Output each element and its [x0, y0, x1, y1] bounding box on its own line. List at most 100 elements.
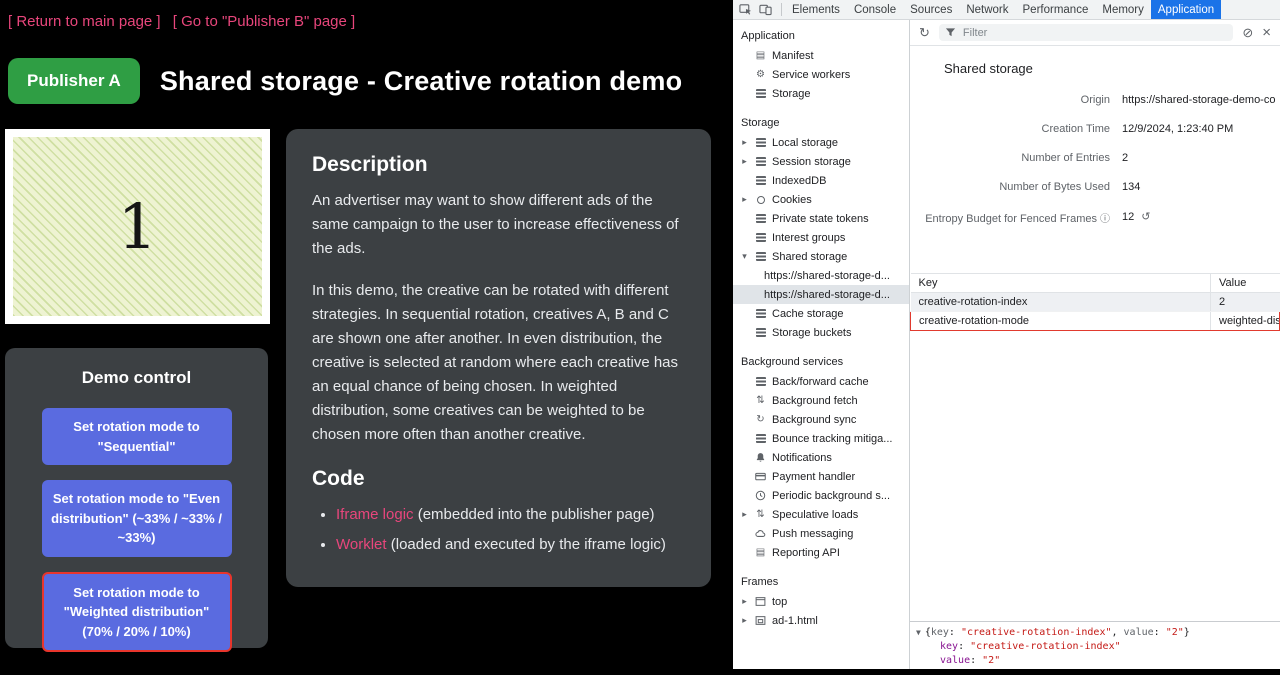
reset-budget-icon[interactable]: ↺ [1141, 211, 1150, 223]
value-column-header[interactable]: Value [1211, 274, 1280, 293]
property-value: "2" [982, 655, 1000, 666]
demo-control-title: Demo control [5, 368, 268, 388]
tab-elements[interactable]: Elements [785, 0, 847, 19]
sidebar-item-payment-handler[interactable]: Payment handler [733, 467, 909, 486]
left-column: 1 Demo control Set rotation mode to "Seq… [5, 129, 270, 648]
tab-performance[interactable]: Performance [1016, 0, 1096, 19]
description-paragraph: An advertiser may want to show different… [312, 189, 685, 261]
top-nav: [ Return to main page ] [ Go to "Publish… [0, 0, 733, 30]
sidebar-section-frames: Frames [733, 573, 909, 592]
storage-items-table: Key Value creative-rotation-index 2 crea… [910, 273, 1280, 331]
sidebar-item-cache-storage[interactable]: Cache storage [733, 304, 909, 323]
chevron-right-icon[interactable]: ▸ [740, 195, 749, 204]
publisher-b-link[interactable]: [ Go to "Publisher B" page ] [173, 13, 355, 30]
key-column-header[interactable]: Key [911, 274, 1211, 293]
inspect-element-icon[interactable] [739, 3, 752, 16]
sidebar-item-notifications[interactable]: Notifications [733, 448, 909, 467]
database-icon [754, 252, 767, 261]
database-icon [754, 309, 767, 318]
table-row[interactable]: creative-rotation-mode weighted-dist [911, 312, 1280, 331]
return-to-main-link[interactable]: [ Return to main page ] [8, 13, 161, 30]
publisher-page: [ Return to main page ] [ Go to "Publish… [0, 0, 733, 675]
shared-storage-view: ↻ ⊘ × Shared storage Origin https://shar… [910, 20, 1280, 669]
sidebar-item-indexeddb[interactable]: IndexedDB [733, 171, 909, 190]
chevron-right-icon[interactable]: ▸ [740, 157, 749, 166]
sidebar-item-back-forward-cache[interactable]: Back/forward cache [733, 372, 909, 391]
sidebar-item-background-sync[interactable]: ↻ Background sync [733, 410, 909, 429]
devtools-body: Application ▤ Manifest ⚙ Service workers… [733, 20, 1280, 669]
bell-icon [754, 452, 767, 463]
sidebar-item-interest-groups[interactable]: Interest groups [733, 228, 909, 247]
sidebar-item-manifest[interactable]: ▤ Manifest [733, 46, 909, 65]
preview-entry: value: "2" [916, 654, 1274, 668]
property-name: value [1124, 627, 1154, 638]
iframe-logic-link[interactable]: Iframe logic [336, 506, 414, 523]
sidebar-item-periodic-background-sync[interactable]: Periodic background s... [733, 486, 909, 505]
list-item: Worklet (loaded and executed by the ifra… [336, 533, 685, 557]
iframe-icon [754, 615, 767, 626]
sidebar-item-background-fetch[interactable]: ⇅ Background fetch [733, 391, 909, 410]
info-icon[interactable]: ⓘ [1100, 214, 1110, 225]
sidebar-item-frame-ad-1[interactable]: ▸ ad-1.html [733, 611, 909, 630]
property-value: "2" [1166, 627, 1184, 638]
sidebar-item-frame-top[interactable]: ▸ top [733, 592, 909, 611]
value-cell[interactable]: 2 [1211, 293, 1280, 312]
creative-pattern: 1 [13, 137, 262, 316]
chevron-right-icon[interactable]: ▸ [740, 597, 749, 606]
sidebar-item-push-messaging[interactable]: Push messaging [733, 524, 909, 543]
creative-ad-frame: 1 [5, 129, 270, 324]
tab-network[interactable]: Network [959, 0, 1015, 19]
colon: : [949, 627, 961, 638]
frame-icon [754, 596, 767, 607]
preview-summary[interactable]: ▼{key: "creative-rotation-index", value:… [916, 626, 1274, 640]
worklet-link[interactable]: Worklet [336, 536, 387, 553]
tab-application[interactable]: Application [1151, 0, 1221, 19]
fetch-arrows-icon: ⇅ [754, 510, 767, 520]
sidebar-item-shared-storage-origin-2[interactable]: https://shared-storage-d... [733, 285, 909, 304]
chevron-right-icon[interactable]: ▸ [740, 138, 749, 147]
filter-input-box[interactable] [939, 24, 1233, 41]
database-icon [754, 434, 767, 443]
tab-console[interactable]: Console [847, 0, 903, 19]
delete-all-icon[interactable]: ⊘ [1242, 26, 1253, 39]
table-row[interactable]: creative-rotation-index 2 [911, 293, 1280, 312]
key-cell[interactable]: creative-rotation-index [911, 293, 1211, 312]
close-icon[interactable]: × [1262, 25, 1271, 40]
sidebar-item-private-state-tokens[interactable]: Private state tokens [733, 209, 909, 228]
sidebar-item-reporting-api[interactable]: ▤ Reporting API [733, 543, 909, 562]
chevron-down-icon[interactable]: ▾ [740, 252, 749, 261]
tab-sources[interactable]: Sources [903, 0, 959, 19]
sidebar-section-storage: Storage [733, 114, 909, 133]
database-icon [754, 214, 767, 223]
chevron-right-icon[interactable]: ▸ [740, 616, 749, 625]
sidebar-item-speculative-loads[interactable]: ▸ ⇅ Speculative loads [733, 505, 909, 524]
rotation-sequential-button[interactable]: Set rotation mode to "Sequential" [42, 408, 232, 465]
meta-label: Entropy Budget for Fenced Framesⓘ [910, 210, 1110, 225]
property-name: value [940, 655, 970, 666]
sidebar-item-storage[interactable]: Storage [733, 84, 909, 103]
device-toolbar-icon[interactable] [759, 3, 772, 16]
sidebar-item-bounce-tracking-mitigations[interactable]: Bounce tracking mitiga... [733, 429, 909, 448]
sidebar-item-service-workers[interactable]: ⚙ Service workers [733, 65, 909, 84]
sidebar-item-shared-storage-origin-1[interactable]: https://shared-storage-d... [733, 266, 909, 285]
sidebar-item-cookies[interactable]: ▸ Cookies [733, 190, 909, 209]
sidebar-item-shared-storage[interactable]: ▾ Shared storage [733, 247, 909, 266]
triangle-down-icon[interactable]: ▼ [916, 628, 921, 637]
sidebar-item-local-storage[interactable]: ▸ Local storage [733, 133, 909, 152]
property-name: key [931, 627, 949, 638]
tab-memory[interactable]: Memory [1095, 0, 1151, 19]
colon: : [958, 641, 970, 652]
chevron-right-icon[interactable]: ▸ [740, 510, 749, 519]
creative-number: 1 [118, 196, 157, 258]
page-title: Shared storage - Creative rotation demo [160, 66, 682, 97]
rotation-weighted-distribution-button[interactable]: Set rotation mode to "Weighted distribut… [42, 572, 232, 653]
sidebar-item-session-storage[interactable]: ▸ Session storage [733, 152, 909, 171]
filter-input[interactable] [961, 26, 1227, 40]
database-icon [754, 233, 767, 242]
entropy-label: Entropy Budget for Fenced Frames [925, 213, 1097, 225]
sidebar-item-storage-buckets[interactable]: Storage buckets [733, 323, 909, 342]
rotation-even-distribution-button[interactable]: Set rotation mode to "Even distribution"… [42, 480, 232, 557]
refresh-icon[interactable]: ↻ [919, 26, 930, 39]
value-cell[interactable]: weighted-dist [1211, 312, 1280, 331]
key-cell[interactable]: creative-rotation-mode [911, 312, 1211, 331]
